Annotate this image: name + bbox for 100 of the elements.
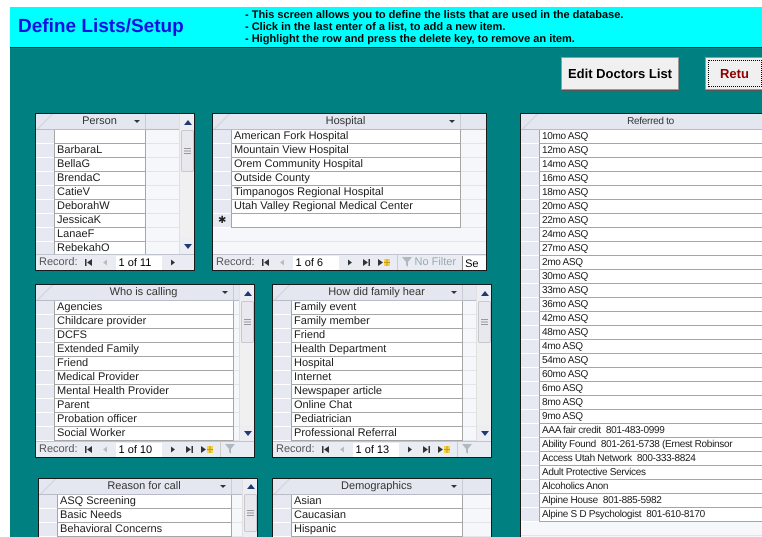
table-cell[interactable]: Adult Protective Services [539,466,762,480]
row-selector[interactable] [39,509,57,523]
table-cell[interactable]: 42mo ASQ [539,312,762,326]
table-cell[interactable]: Friend [54,357,234,371]
row-selector[interactable] [521,326,539,340]
row-selector[interactable] [36,242,54,254]
table-cell[interactable]: 12mo ASQ [539,144,762,158]
record-position-field[interactable]: 1 of 6 [292,256,339,270]
table-cell[interactable]: 4mo ASQ [539,340,762,354]
table-cell[interactable]: Alpine S D Psychologist 801-610-8170 [539,508,762,522]
new-record-icon[interactable] [436,444,451,455]
table-cell[interactable]: 9mo ASQ [539,410,762,424]
first-record-icon[interactable] [260,257,271,268]
table-cell[interactable]: 48mo ASQ [539,326,762,340]
row-selector[interactable] [521,508,539,522]
row-selector[interactable] [521,354,539,368]
first-record-icon[interactable] [84,257,94,268]
table-cell[interactable]: Asian [291,495,463,509]
row-selector[interactable] [273,427,291,441]
table-cell[interactable]: AAA fair credit 801-483-0999 [539,424,762,438]
scrollbar[interactable] [239,285,254,441]
row-selector[interactable] [36,427,54,441]
row-selector[interactable] [521,242,539,256]
grip-icon[interactable] [244,319,251,325]
scroll-down-icon[interactable] [480,430,488,436]
table-cell[interactable]: DeborahW [54,200,146,214]
row-selector[interactable] [521,158,539,172]
table-cell[interactable]: Ability Found 801-261-5738 (Ernest Robinsor [539,438,762,452]
table-cell[interactable]: LanaeF [54,228,146,242]
scrollbar[interactable] [242,479,257,537]
grip-icon[interactable] [247,510,254,516]
row-selector[interactable] [36,301,54,315]
row-selector[interactable] [521,172,539,186]
table-cell[interactable]: CatieV [54,186,146,200]
table-cell[interactable]: Mental Health Provider [54,385,234,399]
table-cell[interactable]: Family member [291,315,463,329]
table-cell[interactable]: Family event [291,301,463,315]
table-cell[interactable]: Medical Provider [54,371,234,385]
row-selector[interactable] [36,186,54,200]
table-cell[interactable]: DCFS [54,329,234,343]
scrollbar[interactable] [476,285,491,441]
table-cell[interactable]: Behavioral Concerns [57,523,232,537]
row-selector[interactable] [213,186,231,200]
table-cell[interactable]: 24mo ASQ [539,228,762,242]
table-cell[interactable]: Newspaper article [291,385,463,399]
table-cell[interactable] [231,214,461,228]
row-selector[interactable] [273,399,291,413]
select-all-corner[interactable] [521,114,539,129]
last-record-icon[interactable] [360,257,371,268]
table-cell[interactable]: Parent [54,399,234,413]
table-cell[interactable]: Alcoholics Anon [539,480,762,494]
row-selector[interactable] [521,312,539,326]
row-selector[interactable] [521,466,539,480]
row-selector[interactable] [521,424,539,438]
row-selector[interactable] [213,172,231,186]
select-all-corner[interactable] [213,114,231,129]
row-selector[interactable] [36,228,54,242]
row-selector[interactable] [213,158,231,172]
row-selector[interactable] [521,144,539,158]
table-cell[interactable]: 10mo ASQ [539,130,762,144]
select-all-corner[interactable] [36,114,54,129]
table-cell[interactable]: 54mo ASQ [539,354,762,368]
table-cell[interactable]: Probation officer [54,413,234,427]
scroll-up-icon[interactable] [244,290,252,296]
dropdown-icon[interactable] [449,120,455,123]
row-selector[interactable] [273,523,291,537]
table-cell[interactable]: Mountain View Hospital [231,144,461,158]
row-selector[interactable] [36,172,54,186]
row-selector[interactable] [521,368,539,382]
row-selector[interactable] [521,340,539,354]
row-selector[interactable] [273,357,291,371]
dropdown-icon[interactable] [222,291,228,294]
row-selector[interactable] [521,186,539,200]
table-cell[interactable]: BrendaC [54,172,146,186]
table-cell[interactable]: 2mo ASQ [539,256,762,270]
row-selector[interactable] [521,270,539,284]
dropdown-icon[interactable] [451,485,457,488]
table-cell[interactable]: 22mo ASQ [539,214,762,228]
row-selector[interactable] [36,357,54,371]
dropdown-icon[interactable] [134,120,140,123]
row-selector[interactable] [36,371,54,385]
row-selector[interactable] [521,438,539,452]
scroll-up-icon[interactable] [184,120,192,124]
return-button[interactable]: Retu [705,57,762,90]
record-position-field[interactable]: 1 of 10 [116,442,162,456]
table-cell[interactable]: BarbaraL [54,144,146,158]
table-cell[interactable] [54,130,146,144]
row-selector[interactable] [521,410,539,424]
row-selector[interactable] [36,413,54,427]
table-cell[interactable]: 60mo ASQ [539,368,762,382]
row-selector[interactable] [521,256,539,270]
table-cell[interactable]: BellaG [54,158,146,172]
table-cell[interactable]: Pediatrician [291,413,463,427]
row-selector[interactable] [36,385,54,399]
search-field[interactable]: Se [462,256,486,270]
table-cell[interactable]: Professional Referral [291,427,463,441]
table-cell[interactable]: 16mo ASQ [539,172,762,186]
select-all-corner[interactable] [273,479,291,494]
table-cell[interactable]: Social Worker [54,427,234,441]
row-selector[interactable] [36,158,54,172]
